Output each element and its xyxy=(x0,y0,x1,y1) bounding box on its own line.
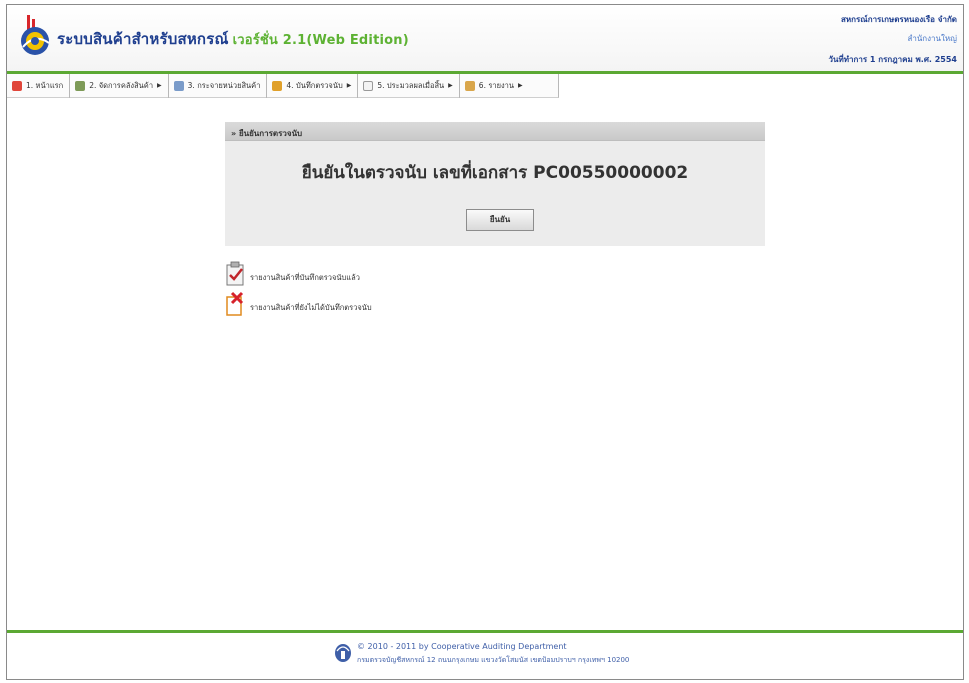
menu-item-warehouse[interactable]: 2. จัดการคลังสินค้า ▶ xyxy=(70,73,169,98)
page-footer: © 2010 - 2011 by Cooperative Auditing De… xyxy=(7,633,963,679)
confirm-panel: » ยืนยันการตรวจนับ ยืนยันในตรวจนับ เลขที… xyxy=(225,122,765,246)
menu-item-label: 4. บันทึกตรวจนับ xyxy=(286,80,343,90)
department-emblem-icon xyxy=(335,644,351,662)
menu-item-count-record[interactable]: 4. บันทึกตรวจนับ ▶ xyxy=(267,73,359,98)
menu-item-label: 3. กระจายหน่วยสินค้า xyxy=(187,80,261,90)
menu-item-label: 5. ประมวลผลเมื่อสิ้น xyxy=(377,80,445,90)
menu-item-report[interactable]: 6. รายงาน ▶ xyxy=(460,74,529,98)
menu-item-label: 1. หน้าแรก xyxy=(26,80,64,90)
main-menu: 1. หน้าแรก 2. จัดการคลังสินค้า ▶ 3. กระจ… xyxy=(7,73,559,98)
menu-item-home[interactable]: 1. หน้าแรก xyxy=(7,73,71,98)
menu-item-label: 6. รายงาน xyxy=(478,80,514,90)
confirm-button[interactable]: ยืนยัน xyxy=(466,209,534,231)
app-title: ระบบสินค้าสำหรับสหกรณ์ เวอร์ชั่น 2.1(Web … xyxy=(57,27,409,51)
work-date: วันที่ทำการ 1 กรกฎาคม พ.ศ. 2554 xyxy=(828,55,957,64)
submenu-arrow-icon: ▶ xyxy=(517,82,523,89)
count-record-icon xyxy=(272,80,283,91)
process-icon xyxy=(363,80,374,91)
footer-address: กรมตรวจบัญชีสหกรณ์ 12 ถนนกรุงเกษม แขวงวั… xyxy=(357,656,630,664)
distribute-icon xyxy=(173,80,184,91)
submenu-arrow-icon: ▶ xyxy=(346,82,352,89)
menu-item-process[interactable]: 5. ประมวลผลเมื่อสิ้น ▶ xyxy=(358,73,460,98)
submenu-arrow-icon: ▶ xyxy=(157,82,162,89)
checklist-icon xyxy=(226,261,244,286)
report-icon xyxy=(464,80,475,91)
org-name: สหกรณ์การเกษตรหนองเรือ จำกัด xyxy=(841,15,957,24)
menu-item-distribute[interactable]: 3. กระจายหน่วยสินค้า xyxy=(169,73,268,98)
panel-header: » ยืนยันการตรวจนับ xyxy=(225,122,765,141)
warehouse-icon xyxy=(75,80,86,91)
app-window: ระบบสินค้าสำหรับสหกรณ์ เวอร์ชั่น 2.1(Web … xyxy=(6,4,964,680)
report-link-counted[interactable]: รายงานสินค้าที่บันทึกตรวจนับแล้ว xyxy=(225,261,360,287)
footer-copyright: © 2010 - 2011 by Cooperative Auditing De… xyxy=(357,642,567,651)
home-icon xyxy=(12,80,22,91)
page-header: ระบบสินค้าสำหรับสหกรณ์ เวอร์ชั่น 2.1(Web … xyxy=(7,5,963,74)
app-title-text: ระบบสินค้าสำหรับสหกรณ์ xyxy=(57,30,229,48)
report-link-not-counted[interactable]: รายงานสินค้าที่ยังไม่ได้บันทึกตรวจนับ xyxy=(225,291,372,317)
org-branch: สำนักงานใหญ่ xyxy=(907,34,957,43)
report-error-icon xyxy=(226,291,244,316)
cooperative-logo-icon xyxy=(21,15,50,55)
confirm-title: ยืนยันในตรวจนับ เลขที่เอกสาร PC005500000… xyxy=(301,163,689,183)
submenu-arrow-icon: ▶ xyxy=(448,82,453,89)
menu-item-label: 2. จัดการคลังสินค้า xyxy=(89,80,154,90)
app-version: เวอร์ชั่น 2.1(Web Edition) xyxy=(232,33,409,48)
report-link-label: รายงานสินค้าที่ยังไม่ได้บันทึกตรวจนับ xyxy=(250,303,372,312)
report-link-label: รายงานสินค้าที่บันทึกตรวจนับแล้ว xyxy=(250,273,360,282)
